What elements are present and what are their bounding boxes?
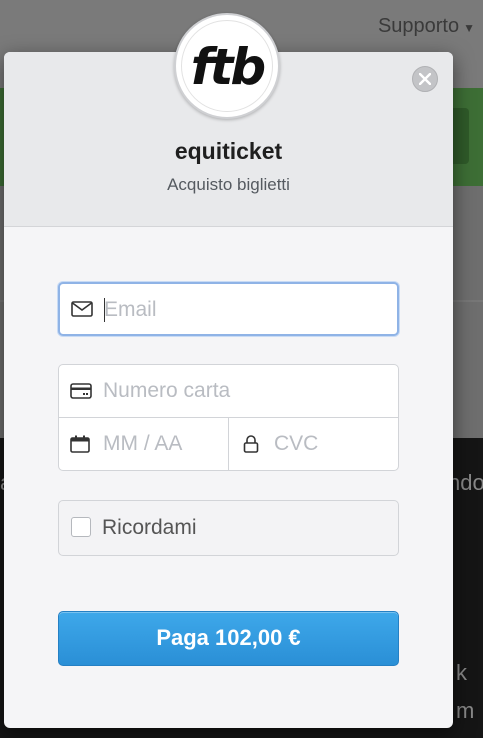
expiry-field[interactable] <box>58 417 229 471</box>
lock-icon <box>243 435 259 453</box>
chevron-down-icon: ▼ <box>463 21 475 35</box>
close-icon <box>419 73 431 85</box>
email-field[interactable] <box>58 282 399 336</box>
card-number-field[interactable] <box>58 364 399 418</box>
merchant-logo-text: ftb <box>190 38 266 96</box>
calendar-icon <box>70 435 90 453</box>
card-number-input[interactable] <box>103 378 383 404</box>
envelope-icon <box>71 301 93 317</box>
merchant-subtitle: Acquisto biglietti <box>167 175 290 194</box>
background-text-right: ndo <box>448 470 483 495</box>
support-label: Supporto <box>377 15 460 37</box>
expiry-input[interactable] <box>103 431 223 457</box>
cvc-field[interactable] <box>228 417 399 471</box>
merchant-title: equiticket <box>174 138 283 164</box>
checkout-modal: equiticket Acquisto biglietti Email Nume… <box>4 52 453 728</box>
support-menu[interactable]: Supporto ▼ <box>378 15 475 38</box>
credit-card-icon <box>70 383 92 399</box>
email-input[interactable] <box>104 297 384 323</box>
merchant-logo-badge: ftb <box>181 20 273 112</box>
merchant-logo: ftb <box>174 13 280 119</box>
remember-me-label: Ricordami <box>102 516 197 539</box>
close-button[interactable] <box>412 66 438 92</box>
background-text-mid-right: k <box>456 660 467 685</box>
pay-button[interactable]: Paga 102,00 € <box>58 611 399 666</box>
remember-me-checkbox[interactable] <box>71 517 91 537</box>
cvc-input[interactable] <box>274 431 384 457</box>
background-text-bottom-right: m <box>456 698 475 723</box>
remember-me-option[interactable]: Ricordami <box>58 500 399 556</box>
